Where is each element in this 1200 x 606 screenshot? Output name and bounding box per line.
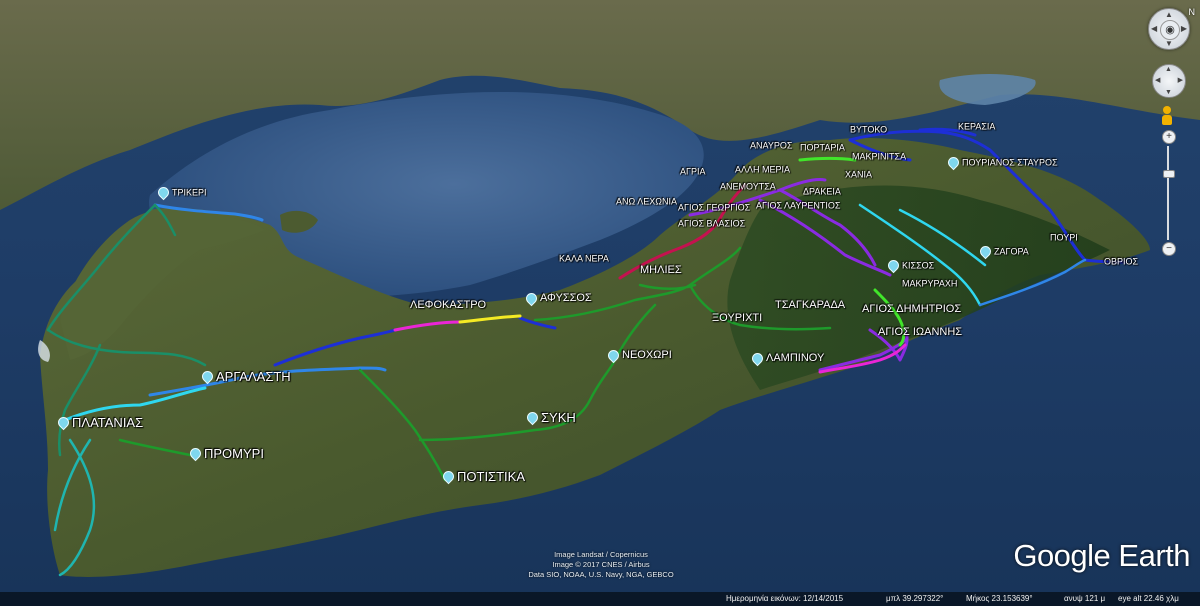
placemark-icon: [187, 445, 204, 462]
place-platanias[interactable]: ΠΛΑΤΑΝΙΑΣ: [55, 414, 143, 431]
place-vytoko[interactable]: ΒΥΤΟΚΟ: [850, 124, 887, 135]
street-view-pegman-icon[interactable]: [1162, 106, 1172, 125]
place-promyri[interactable]: ΠΡΟΜΥΡΙ: [187, 445, 264, 462]
place-argalasti[interactable]: ΑΡΓΑΛΑΣΤΗ: [199, 368, 291, 385]
latitude-readout: μπλ 39.297322°: [886, 594, 944, 603]
zoom-thumb[interactable]: [1163, 170, 1175, 178]
arrow-down-icon[interactable]: ▼: [1165, 39, 1173, 48]
place-pouri[interactable]: ΠΟΥΡΙ: [1050, 232, 1078, 243]
longitude-readout: Μήκος 23.153639°: [966, 594, 1033, 603]
move-down-icon[interactable]: ▼: [1165, 89, 1172, 96]
placemark-icon: [199, 368, 216, 385]
place-potistika[interactable]: ΠΟΤΙΣΤΙΚΑ: [440, 468, 525, 485]
place-tsagkarada[interactable]: ΤΣΑΓΚΑΡΑΔΑ: [775, 299, 845, 311]
place-agios-vlasios[interactable]: ΑΓΙΟΣ ΒΛΑΣΙΟΣ: [678, 218, 745, 229]
map-viewport[interactable]: ΤΡΙΚΕΡΙ ΛΕΦΟΚΑΣΤΡΟ ΑΦΥΣΣΟΣ ΚΑΛΑ ΝΕΡΑ ΜΗΛ…: [0, 0, 1200, 606]
look-compass-control[interactable]: ▲ ▼ ◀ ▶ ◉ N: [1148, 7, 1195, 50]
place-makryrachi[interactable]: ΜΑΚΡΥΡΑΧΗ: [902, 278, 957, 289]
zoom-in-button[interactable]: +: [1162, 130, 1176, 144]
move-right-icon[interactable]: ▶: [1178, 76, 1183, 84]
zoom-track[interactable]: [1163, 146, 1175, 240]
place-anemoutsa[interactable]: ΑΝΕΜΟΥΤΣΑ: [720, 181, 776, 192]
zoom-slider[interactable]: + −: [1162, 130, 1176, 256]
placemark-icon: [885, 257, 902, 274]
move-up-icon[interactable]: ▲: [1165, 66, 1172, 73]
place-xourichti[interactable]: ΞΟΥΡΙΧΤΙ: [712, 312, 762, 324]
north-indicator[interactable]: N: [1189, 7, 1196, 17]
place-pourianos-stavros[interactable]: ΠΟΥΡΙΑΝΟΣ ΣΤΑΥΡΟΣ: [945, 154, 1058, 171]
place-agios-ioannis[interactable]: ΑΓΙΟΣ ΙΩΑΝΝΗΣ: [878, 326, 962, 338]
place-ovrios[interactable]: ΟΒΡΙΟΣ: [1104, 256, 1138, 267]
place-anavros[interactable]: ΑΝΑΥΡΟΣ: [750, 140, 792, 151]
place-drakeia[interactable]: ΔΡΑΚΕΙΑ: [803, 186, 841, 197]
place-trikeri[interactable]: ΤΡΙΚΕΡΙ: [155, 184, 207, 201]
placemark-icon: [977, 243, 994, 260]
navigation-controls: ▲ ▼ ◀ ▶ ◉ N ▲ ▼ ◀ ▶ + −: [1148, 7, 1195, 256]
place-zagora[interactable]: ΖΑΓΟΡΑ: [977, 243, 1029, 260]
place-chania[interactable]: ΧΑΝΙΑ: [845, 169, 872, 180]
arrow-left-icon[interactable]: ◀: [1151, 24, 1157, 33]
eye-altitude-readout: eye alt 22.46 χλμ: [1118, 594, 1179, 603]
move-left-icon[interactable]: ◀: [1155, 76, 1160, 84]
arrow-right-icon[interactable]: ▶: [1181, 24, 1187, 33]
place-milies[interactable]: ΜΗΛΙΕΣ: [640, 264, 682, 276]
zoom-out-button[interactable]: −: [1162, 242, 1176, 256]
arrow-up-icon[interactable]: ▲: [1165, 10, 1173, 19]
place-lampinou[interactable]: ΛΑΜΠΙΝΟΥ: [749, 350, 824, 366]
place-syki[interactable]: ΣΥΚΗ: [524, 409, 576, 426]
place-lefokastro[interactable]: ΛΕΦΟΚΑΣΤΡΟ: [410, 299, 486, 311]
imagery-attribution: Image Landsat / Copernicus Image © 2017 …: [528, 550, 674, 579]
eye-icon[interactable]: ◉: [1160, 20, 1180, 40]
place-agria[interactable]: ΑΓΡΙΑ: [680, 166, 705, 177]
place-portaria[interactable]: ΠΟΡΤΑΡΙΑ: [800, 142, 845, 153]
placemark-icon: [749, 350, 766, 366]
placemark-icon: [440, 468, 457, 485]
placemark-icon: [523, 290, 540, 306]
place-kissos[interactable]: ΚΙΣΣΟΣ: [885, 257, 934, 274]
place-makrinitsa[interactable]: ΜΑΚΡΙΝΙΤΣΑ: [852, 151, 906, 162]
place-neochori[interactable]: ΝΕΟΧΩΡΙ: [605, 347, 672, 363]
placemark-icon: [55, 414, 72, 431]
place-agios-georgios[interactable]: ΑΓΙΟΣ ΓΕΩΡΓΙΟΣ: [678, 202, 750, 213]
place-kala-nera[interactable]: ΚΑΛΑ ΝΕΡΑ: [559, 253, 609, 264]
move-control[interactable]: ▲ ▼ ◀ ▶: [1152, 64, 1186, 98]
placemark-icon: [605, 347, 622, 363]
place-alli-meria[interactable]: ΑΛΛΗ ΜΕΡΙΑ: [735, 164, 790, 175]
placemark-icon: [524, 409, 541, 426]
status-bar: Ημερομηνία εικόνων: 12/14/2015 μπλ 39.29…: [0, 592, 1200, 606]
earth-imagery[interactable]: [0, 0, 1200, 606]
imagery-date: Ημερομηνία εικόνων: 12/14/2015: [726, 594, 844, 603]
placemark-icon: [945, 154, 962, 171]
place-agios-dimitrios[interactable]: ΑΓΙΟΣ ΔΗΜΗΤΡΙΟΣ: [862, 303, 961, 315]
place-ano-lechonia[interactable]: ΑΝΩ ΛΕΧΩΝΙΑ: [616, 196, 677, 207]
place-agios-lavrentios[interactable]: ΑΓΙΟΣ ΛΑΥΡΕΝΤΙΟΣ: [756, 200, 840, 211]
elevation-readout: ανυψ 121 μ: [1064, 594, 1106, 603]
placemark-icon: [155, 184, 172, 201]
place-afyssos[interactable]: ΑΦΥΣΣΟΣ: [523, 290, 592, 306]
place-kerasia[interactable]: ΚΕΡΑΣΙΑ: [958, 121, 995, 132]
google-earth-logo: Google Earth: [1013, 538, 1190, 573]
